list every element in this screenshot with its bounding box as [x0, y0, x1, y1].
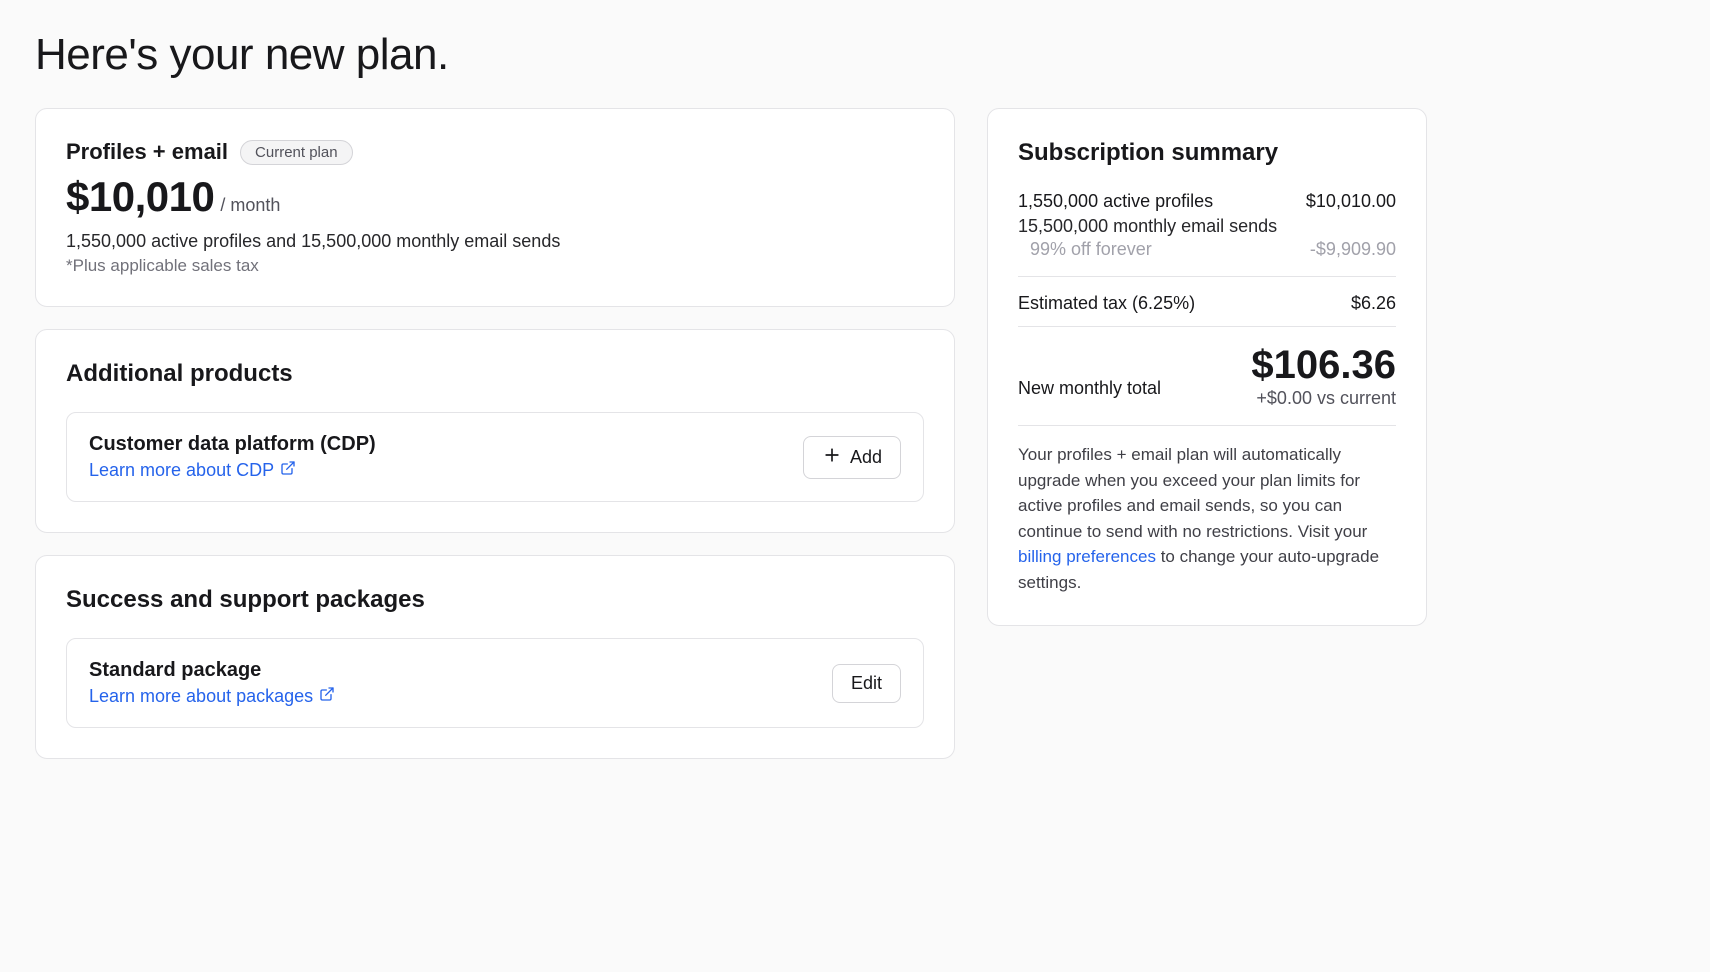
summary-total-label: New monthly total — [1018, 378, 1161, 409]
cdp-title: Customer data platform (CDP) — [89, 433, 376, 456]
packages-learn-more-link[interactable]: Learn more about packages — [89, 686, 335, 707]
cdp-learn-more-link[interactable]: Learn more about CDP — [89, 460, 376, 481]
summary-tax-row: Estimated tax (6.25%) $6.26 — [1018, 293, 1396, 314]
plan-note: *Plus applicable sales tax — [66, 256, 924, 276]
external-link-icon — [280, 460, 296, 481]
summary-profiles-row: 1,550,000 active profiles $10,010.00 — [1018, 191, 1396, 212]
page-title: Here's your new plan. — [35, 30, 1675, 80]
edit-button-label: Edit — [851, 673, 882, 694]
summary-total-row: New monthly total $106.36 +$0.00 vs curr… — [1018, 343, 1396, 409]
plan-card: Profiles + email Current plan $10,010 / … — [35, 108, 955, 307]
plan-price-row: $10,010 / month — [66, 173, 924, 221]
summary-title: Subscription summary — [1018, 139, 1396, 167]
plus-icon — [822, 445, 842, 470]
plan-header: Profiles + email Current plan — [66, 139, 924, 165]
plan-name: Profiles + email — [66, 139, 228, 165]
add-cdp-button[interactable]: Add — [803, 436, 901, 479]
additional-products-title: Additional products — [66, 360, 924, 388]
summary-footer-text: Your profiles + email plan will automati… — [1018, 442, 1396, 595]
packages-learn-more-text: Learn more about packages — [89, 686, 313, 707]
subscription-summary-card: Subscription summary 1,550,000 active pr… — [987, 108, 1427, 626]
add-button-label: Add — [850, 447, 882, 468]
standard-package-item: Standard package Learn more about packag… — [66, 638, 924, 728]
standard-package-left: Standard package Learn more about packag… — [89, 659, 335, 707]
summary-profiles-amount: $10,010.00 — [1306, 191, 1396, 212]
billing-preferences-link[interactable]: billing preferences — [1018, 547, 1156, 566]
summary-discount-amount: -$9,909.90 — [1310, 239, 1396, 260]
summary-tax-label: Estimated tax (6.25%) — [1018, 293, 1195, 314]
cdp-learn-more-text: Learn more about CDP — [89, 460, 274, 481]
divider — [1018, 326, 1396, 327]
summary-sends-label: 15,500,000 monthly email sends — [1018, 216, 1396, 237]
left-column: Profiles + email Current plan $10,010 / … — [35, 108, 955, 781]
cdp-item: Customer data platform (CDP) Learn more … — [66, 412, 924, 502]
summary-footer-pre: Your profiles + email plan will automati… — [1018, 445, 1367, 541]
edit-package-button[interactable]: Edit — [832, 664, 901, 703]
summary-discount-label: 99% off forever — [1030, 239, 1152, 260]
support-packages-card: Success and support packages Standard pa… — [35, 555, 955, 759]
plan-description: 1,550,000 active profiles and 15,500,000… — [66, 231, 924, 252]
summary-profiles-label: 1,550,000 active profiles — [1018, 191, 1213, 212]
standard-package-title: Standard package — [89, 659, 335, 682]
cdp-item-left: Customer data platform (CDP) Learn more … — [89, 433, 376, 481]
right-column: Subscription summary 1,550,000 active pr… — [987, 108, 1427, 648]
plan-price-suffix: / month — [220, 195, 280, 216]
summary-total-amount: $106.36 — [1251, 343, 1396, 388]
support-packages-title: Success and support packages — [66, 586, 924, 614]
divider — [1018, 425, 1396, 426]
divider — [1018, 276, 1396, 277]
current-plan-badge: Current plan — [240, 140, 353, 165]
layout: Profiles + email Current plan $10,010 / … — [35, 108, 1675, 781]
summary-tax-amount: $6.26 — [1351, 293, 1396, 314]
summary-discount-row: 99% off forever -$9,909.90 — [1018, 239, 1396, 260]
summary-total-right: $106.36 +$0.00 vs current — [1251, 343, 1396, 409]
summary-total-delta: +$0.00 vs current — [1251, 388, 1396, 409]
additional-products-card: Additional products Customer data platfo… — [35, 329, 955, 533]
plan-price: $10,010 — [66, 173, 214, 221]
external-link-icon — [319, 686, 335, 707]
